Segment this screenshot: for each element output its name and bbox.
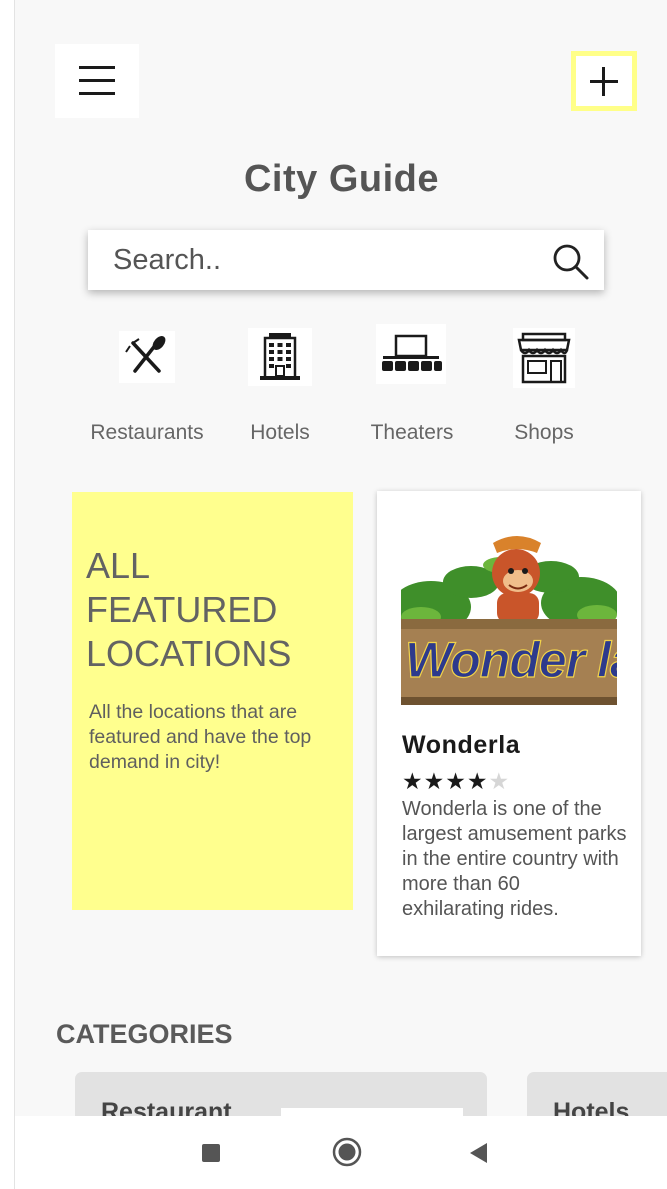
shop-icon[interactable]	[513, 328, 575, 388]
page-title: City Guide	[243, 158, 440, 200]
star-filled-icon: ★	[466, 768, 489, 794]
plus-icon	[576, 56, 632, 106]
rating-stars: ★★★★★	[402, 768, 510, 795]
category-label-restaurants[interactable]: Restaurants	[77, 421, 217, 445]
phone-screen: City Guide Search.. Restaurants Hotels T…	[14, 0, 667, 1189]
home-icon[interactable]	[332, 1137, 362, 1167]
navigation-bar	[15, 1116, 667, 1189]
location-card-wonderla[interactable]: Wonder la Wonderla ★★★★★ Wonderla is one…	[377, 491, 641, 956]
add-button[interactable]	[571, 51, 637, 111]
hotel-building-icon[interactable]	[248, 328, 312, 386]
featured-description: All the locations that are featured and …	[89, 701, 312, 773]
star-filled-icon: ★	[402, 768, 424, 794]
featured-locations-card[interactable]: ALL FEATURED LOCATIONS All the locations…	[72, 492, 353, 910]
featured-title: ALL FEATURED LOCATIONS	[86, 545, 292, 674]
star-filled-icon: ★	[423, 768, 446, 794]
location-description: Wonderla is one of the largest amusement…	[402, 798, 627, 920]
menu-button[interactable]	[55, 44, 139, 118]
search-bar[interactable]: Search..	[88, 230, 604, 290]
category-label-shops[interactable]: Shops	[499, 421, 589, 445]
star-empty-icon: ★	[488, 768, 511, 794]
fork-knife-icon[interactable]	[119, 331, 175, 383]
recent-apps-icon[interactable]	[202, 1144, 220, 1162]
categories-heading: CATEGORIES	[56, 1019, 233, 1049]
star-filled-icon: ★	[445, 768, 467, 794]
app-screen: City Guide Search.. Restaurants Hotels T…	[0, 0, 667, 1189]
location-title: Wonderla	[402, 731, 521, 759]
search-input[interactable]: Search..	[113, 244, 221, 277]
search-icon[interactable]	[551, 242, 591, 287]
category-label-theaters[interactable]: Theaters	[357, 421, 467, 445]
back-icon[interactable]	[467, 1141, 489, 1165]
image-logo-text: Wonder la	[405, 632, 617, 688]
wonderla-image: Wonder la	[391, 527, 639, 717]
category-label-hotels[interactable]: Hotels	[230, 421, 330, 445]
theater-icon[interactable]	[376, 324, 446, 384]
